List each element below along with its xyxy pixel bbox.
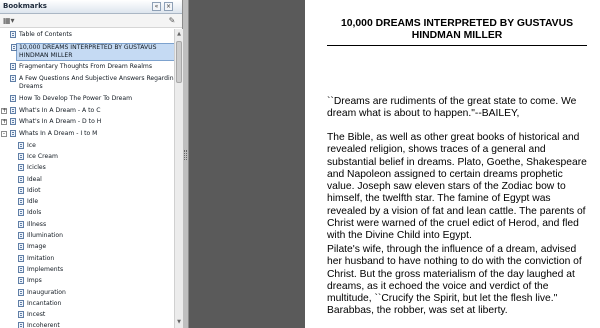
- bookmark-item[interactable]: Table of Contents: [0, 31, 174, 41]
- bookmark-page-icon: [10, 106, 16, 114]
- bookmark-subitem[interactable]: Idols: [0, 209, 174, 219]
- bookmark-page-icon: [18, 220, 24, 228]
- options-menu-icon[interactable]: ▦▾: [3, 16, 15, 26]
- bookmark-label: Idiot: [27, 186, 41, 194]
- bookmark-label: Implements: [27, 265, 64, 273]
- bookmark-page-icon: [18, 175, 24, 183]
- title-divider: [327, 45, 587, 46]
- bookmarks-title: Bookmarks: [3, 2, 47, 10]
- bookmark-item[interactable]: - Whats In A Dream - I to M: [0, 129, 174, 140]
- bookmark-page-icon: [18, 152, 24, 160]
- bookmark-page-icon: [18, 198, 24, 206]
- bookmark-page-icon: [18, 288, 24, 296]
- bookmark-page-icon: [18, 141, 24, 149]
- bookmark-label: Imitation: [27, 254, 55, 262]
- bookmarks-scrollbar[interactable]: ▲ ▼: [174, 29, 183, 328]
- bookmark-label: A Few Questions And Subjective Answers R…: [19, 74, 174, 91]
- bookmark-item[interactable]: 10,000 DREAMS INTERPRETED BY GUSTAVUS HI…: [11, 42, 174, 61]
- bookmark-page-icon: [10, 118, 16, 126]
- bookmark-label: Table of Contents: [19, 31, 72, 38]
- bookmark-label: Image: [27, 243, 47, 251]
- bookmark-subitem[interactable]: Imps: [0, 277, 174, 287]
- bookmark-page-icon: [10, 129, 16, 137]
- bookmark-label: 10,000 DREAMS INTERPRETED BY GUSTAVUS HI…: [19, 43, 157, 60]
- bookmark-label: Icicles: [27, 164, 46, 172]
- document-page: 10,000 DREAMS INTERPRETED BY GUSTAVUS HI…: [305, 0, 600, 328]
- bookmark-label: Inauguration: [27, 288, 66, 296]
- bookmark-item[interactable]: + What's In A Dream - D to H: [0, 118, 174, 128]
- bookmark-subitem[interactable]: Implements: [0, 265, 174, 276]
- bookmark-subitem[interactable]: Illumination: [0, 232, 174, 242]
- bookmark-page-icon: [18, 209, 24, 217]
- bookmark-subitem[interactable]: Incest: [0, 311, 174, 321]
- scroll-down-arrow-icon[interactable]: ▼: [176, 318, 182, 326]
- bookmark-page-icon: [18, 322, 24, 328]
- bookmark-label: Incantation: [27, 299, 62, 307]
- bookmark-label: What's In A Dream - D to H: [19, 118, 102, 126]
- bookmark-label: Incest: [27, 311, 46, 319]
- bookmark-page-icon: [10, 62, 16, 70]
- expand-plus-icon[interactable]: +: [1, 119, 7, 126]
- bookmarks-header: Bookmarks « ×: [0, 0, 182, 14]
- bookmark-subitem[interactable]: Image: [0, 243, 174, 253]
- bookmark-label: What's In A Dream - A to C: [19, 106, 101, 114]
- bookmark-label: Incoherent: [27, 322, 60, 328]
- bookmark-page-icon: [18, 311, 24, 319]
- bookmark-label: Fragmentary Thoughts From Dream Realms: [19, 62, 152, 70]
- splitter-grip-icon[interactable]: [184, 150, 187, 160]
- bookmark-item[interactable]: + What's In A Dream - A to C: [0, 106, 174, 117]
- bookmark-label: Ice: [27, 141, 36, 149]
- new-bookmark-icon[interactable]: ✎: [167, 16, 177, 26]
- bookmark-page-icon: [18, 299, 24, 307]
- collapse-minus-icon[interactable]: -: [1, 130, 7, 137]
- bookmark-label: Whats In A Dream - I to M: [19, 129, 98, 137]
- bookmark-item[interactable]: Fragmentary Thoughts From Dream Realms: [0, 62, 174, 73]
- expand-plus-icon[interactable]: +: [1, 107, 7, 114]
- bookmark-page-icon: [18, 265, 24, 273]
- bookmark-label: Illness: [27, 220, 47, 228]
- bookmark-item[interactable]: A Few Questions And Subjective Answers R…: [0, 74, 174, 93]
- bookmark-subitem[interactable]: Ice Cream: [0, 152, 174, 163]
- bookmark-page-icon: [18, 243, 24, 251]
- bookmark-page-icon: [11, 43, 17, 51]
- bookmarks-panel: Bookmarks « × ▦▾ ✎ Table of Contents 10,0…: [0, 0, 183, 328]
- scroll-up-arrow-icon[interactable]: ▲: [176, 30, 182, 38]
- bookmark-item[interactable]: How To Develop The Power To Dream: [0, 94, 174, 105]
- panel-splitter[interactable]: [183, 0, 189, 328]
- bookmark-subitem[interactable]: Inauguration: [0, 288, 174, 299]
- bookmark-subitem[interactable]: Idiot: [0, 186, 174, 197]
- document-paragraph-3: Pilate's wife, through the influence of …: [327, 244, 582, 317]
- document-paragraph-1: ``Dreams are rudiments of the great stat…: [327, 96, 577, 120]
- bookmark-label: How To Develop The Power To Dream: [19, 94, 133, 102]
- bookmark-page-icon: [10, 31, 16, 38]
- bookmark-subitem[interactable]: Idle: [0, 198, 174, 208]
- bookmark-label: Idols: [27, 209, 42, 217]
- document-paragraph-2: The Bible, as well as other great books …: [327, 132, 587, 242]
- bookmark-label: Ideal: [27, 175, 42, 183]
- bookmark-subitem[interactable]: Incantation: [0, 299, 174, 310]
- bookmarks-tree: Table of Contents 10,000 DREAMS INTERPRET…: [0, 29, 174, 328]
- bookmark-label: Ice Cream: [27, 152, 58, 160]
- bookmark-page-icon: [18, 186, 24, 194]
- bookmark-page-icon: [10, 94, 16, 102]
- bookmark-subitem[interactable]: Illness: [0, 220, 174, 231]
- bookmark-label: Idle: [27, 198, 39, 206]
- scrollbar-thumb[interactable]: [176, 41, 182, 83]
- collapse-panel-icon[interactable]: «: [152, 2, 161, 11]
- bookmark-label: Imps: [27, 277, 42, 285]
- bookmarks-toolbar: ▦▾ ✎: [0, 14, 182, 28]
- bookmark-page-icon: [18, 232, 24, 239]
- bookmark-subitem[interactable]: Incoherent: [0, 322, 174, 328]
- bookmark-page-icon: [18, 277, 24, 285]
- bookmark-page-icon: [18, 164, 24, 172]
- bookmark-page-icon: [18, 254, 24, 262]
- bookmark-subitem[interactable]: Ideal: [0, 175, 174, 186]
- bookmark-subitem[interactable]: Icicles: [0, 164, 174, 174]
- bookmark-label: Illumination: [27, 232, 63, 239]
- bookmark-subitem[interactable]: Imitation: [0, 254, 174, 265]
- bookmark-subitem[interactable]: Ice: [0, 141, 174, 152]
- document-title: 10,000 DREAMS INTERPRETED BY GUSTAVUS HI…: [340, 18, 574, 41]
- close-panel-icon[interactable]: ×: [164, 2, 173, 11]
- bookmark-page-icon: [10, 74, 16, 82]
